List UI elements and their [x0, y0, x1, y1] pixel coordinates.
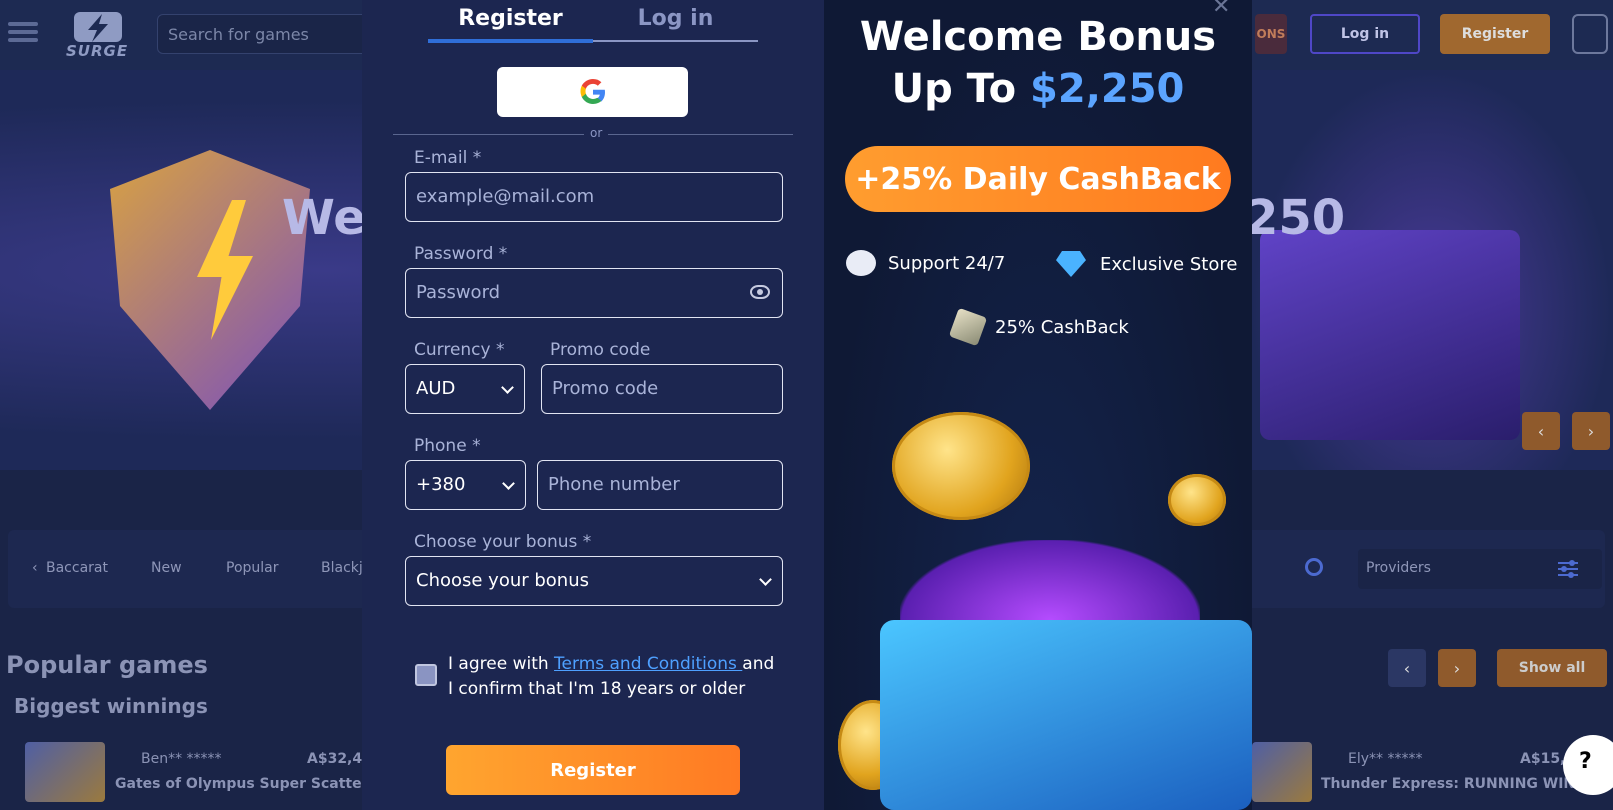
phone-country-code-select[interactable]: +380	[405, 460, 526, 510]
google-logo-icon	[580, 79, 605, 104]
welcome-bonus-subtitle: Up To $2,250	[824, 66, 1252, 112]
show-password-eye-icon[interactable]	[750, 285, 770, 299]
category-search-icon[interactable]	[1305, 558, 1323, 576]
chevron-down-icon	[501, 381, 514, 394]
email-label: E-mail *	[414, 148, 482, 168]
category-back-chevron-icon[interactable]: ‹	[32, 560, 38, 576]
hamburger-menu-icon[interactable]	[8, 18, 38, 48]
winner-user: Ben** *****	[141, 751, 222, 767]
password-label: Password *	[414, 244, 508, 264]
header-register-button[interactable]: Register	[1440, 14, 1550, 54]
win-game-name[interactable]: Gates of Olympus Super Scatter	[115, 776, 368, 792]
bonus-select[interactable]: Choose your bonus	[405, 556, 783, 606]
game-thumbnail[interactable]	[25, 742, 105, 802]
chevron-down-icon	[759, 573, 772, 586]
logo-text: SURGE	[66, 42, 129, 60]
header-login-button[interactable]: Log in	[1310, 14, 1420, 54]
bonus-amount: $2,250	[1030, 66, 1185, 112]
biggest-winnings-title: Biggest winnings	[14, 694, 208, 718]
user-account-icon[interactable]	[1572, 14, 1608, 54]
feature-cashback: 25% CashBack	[948, 307, 1129, 347]
terms-agreement-text: I agree with Terms and Conditions and I …	[448, 652, 778, 702]
winner-user: Ely** *****	[1348, 751, 1423, 767]
promo-code-field[interactable]: Promo code	[541, 364, 783, 414]
feature-cashback-text: 25% CashBack	[995, 316, 1129, 338]
daily-cashback-badge: +25% Daily CashBack	[845, 146, 1231, 212]
category-baccarat[interactable]: Baccarat	[46, 560, 108, 576]
promotions-badge[interactable]: ONS	[1255, 14, 1287, 54]
filter-sliders-icon[interactable]	[1558, 560, 1578, 578]
password-placeholder: Password	[416, 282, 501, 303]
gold-coin-image	[1168, 474, 1226, 526]
game-thumbnail[interactable]	[1252, 742, 1312, 802]
inactive-tab-underline	[593, 40, 758, 42]
gold-coin-image	[892, 412, 1030, 520]
agree-prefix: I agree with	[448, 654, 555, 674]
close-modal-icon[interactable]: ✕	[1212, 0, 1230, 19]
chevron-down-icon	[502, 477, 515, 490]
or-divider-text: or	[584, 126, 609, 140]
site-logo[interactable]: SURGE	[64, 10, 134, 60]
google-signin-button[interactable]	[497, 67, 688, 117]
agree-suffix: I confirm that I'm 18 years or older	[448, 679, 746, 699]
feature-support: Support 24/7	[846, 250, 1005, 276]
currency-select[interactable]: AUD	[405, 364, 525, 414]
chat-bubble-icon	[846, 250, 876, 276]
active-tab-indicator	[428, 39, 593, 43]
tab-register[interactable]: Register	[428, 6, 593, 31]
currency-label: Currency *	[414, 340, 505, 360]
feature-store-text: Exclusive Store	[1100, 253, 1238, 275]
treasure-chest-artwork	[1260, 230, 1520, 440]
email-field[interactable]: example@mail.com	[405, 172, 783, 222]
phone-number-field[interactable]: Phone number	[537, 460, 783, 510]
bonus-value: Choose your bonus	[416, 570, 590, 591]
promo-code-label: Promo code	[550, 340, 651, 360]
diamond-icon	[1056, 251, 1086, 277]
gift-box-image	[880, 620, 1252, 810]
terms-link[interactable]: Terms and Conditions	[554, 654, 742, 674]
feature-store: Exclusive Store	[1056, 251, 1237, 277]
category-new[interactable]: New	[151, 560, 182, 576]
phone-label: Phone *	[414, 436, 481, 456]
register-submit-button[interactable]: Register	[446, 745, 740, 795]
tab-login[interactable]: Log in	[593, 6, 758, 31]
phone-code-value: +380	[416, 474, 466, 495]
currency-value: AUD	[416, 378, 456, 399]
hero-welcome-text: We	[282, 190, 366, 246]
password-field[interactable]: Password	[405, 268, 783, 318]
logo-icon	[74, 12, 122, 42]
hero-prev-arrow-icon[interactable]: ‹	[1522, 412, 1560, 450]
show-all-button[interactable]: Show all	[1497, 649, 1607, 687]
feature-support-text: Support 24/7	[888, 252, 1006, 274]
agree-and: and	[742, 654, 775, 674]
hero-amount-text: 250	[1245, 190, 1346, 246]
game-search-input[interactable]: Search for games	[157, 14, 387, 54]
terms-checkbox[interactable]	[415, 664, 437, 686]
money-icon	[948, 307, 988, 347]
popular-next-arrow-icon[interactable]: ›	[1438, 649, 1476, 687]
popular-prev-arrow-icon[interactable]: ‹	[1388, 649, 1426, 687]
popular-games-title: Popular games	[6, 651, 208, 679]
hero-next-arrow-icon[interactable]: ›	[1572, 412, 1610, 450]
subtitle-prefix: Up To	[891, 66, 1031, 112]
bonus-label: Choose your bonus *	[414, 532, 592, 552]
welcome-bonus-title: Welcome Bonus	[859, 14, 1217, 60]
category-popular[interactable]: Popular	[226, 560, 279, 576]
win-game-name[interactable]: Thunder Express: RUNNING WINS™	[1321, 776, 1599, 792]
